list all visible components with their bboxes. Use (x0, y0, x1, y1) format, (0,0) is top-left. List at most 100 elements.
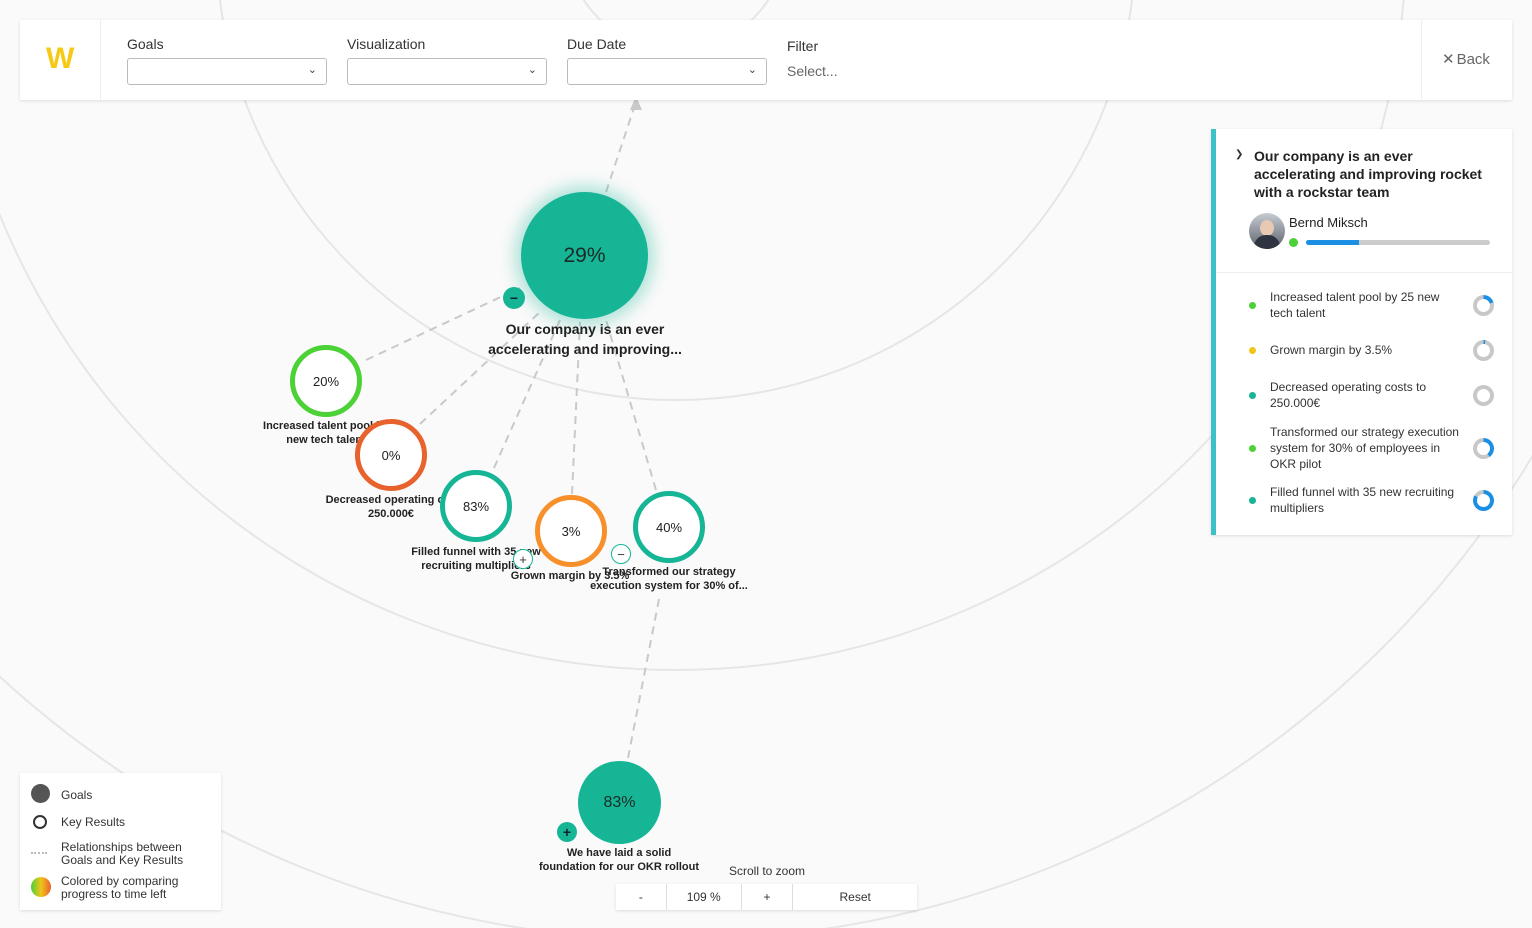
kr-node-talent-pool[interactable]: 20% (290, 345, 362, 417)
status-dot (1249, 496, 1256, 504)
kr-progress: 0% (381, 447, 401, 463)
progress-ring-icon (1473, 384, 1494, 406)
collapse-toggle[interactable]: − (611, 544, 631, 564)
status-dot (1249, 444, 1256, 452)
panel-header: ❯ Our company is an ever accelerating an… (1216, 129, 1512, 273)
chevron-down-icon: ⌄ (307, 64, 317, 76)
goals-label: Goals (127, 36, 164, 52)
legend-goals-text: Goals (61, 788, 93, 802)
back-area: ✕ Back (1421, 20, 1512, 100)
zoom-controls: - 109 % + Reset (616, 884, 917, 910)
goal-details-panel: ❯ Our company is an ever accelerating an… (1211, 129, 1512, 535)
filter-select[interactable]: Select... (787, 63, 838, 79)
goal-progress-bar (1306, 240, 1490, 245)
expand-toggle[interactable]: + (513, 549, 533, 569)
legend-colored-text: Colored by comparing progress to time le… (61, 875, 178, 901)
goal-progress: 83% (603, 793, 636, 811)
logo-area: W (20, 20, 101, 100)
kr-label-line2: new tech talent (286, 434, 366, 446)
kr-label-line1: Decreased operating cos (325, 494, 457, 506)
dotted-line-icon (31, 852, 47, 854)
legend-key-results-text: Key Results (61, 815, 126, 829)
kr-progress: 3% (561, 523, 581, 539)
filled-circle-icon (31, 784, 50, 803)
plus-icon: + (562, 824, 572, 840)
zoom-reset-button[interactable]: Reset (793, 884, 917, 910)
kr-node-margin[interactable]: 3% (535, 495, 607, 567)
goal-label-line2: foundation for our OKR rollout (538, 861, 700, 873)
filter-toolbar: W Goals ⌄ Visualization ⌄ Due Date ⌄ Fil… (20, 20, 1512, 100)
kr-item-label: Grown margin by 3.5% (1270, 343, 1393, 357)
back-button[interactable]: ✕ Back (1442, 50, 1490, 68)
zoom-out-button[interactable]: - (616, 884, 667, 910)
zoom-hint: Scroll to zoom (729, 864, 806, 878)
visualization-select[interactable]: ⌄ (347, 58, 547, 85)
gradient-circle-icon (31, 877, 51, 897)
close-icon: ✕ (1442, 51, 1455, 68)
kr-node-funnel[interactable]: 83% (440, 470, 512, 542)
legend-colored-line1: Colored by comparing (61, 874, 179, 888)
kr-progress: 20% (312, 373, 340, 389)
goal-label-line1: We have laid a solid (566, 847, 672, 859)
kr-label-line2: execution system for 30% of... (590, 580, 748, 592)
list-item[interactable]: Transformed our strategy execution syste… (1216, 424, 1512, 472)
legend-colored-line2: progress to time left (61, 887, 167, 901)
list-item[interactable]: Filled funnel with 35 new recruiting mul… (1216, 484, 1512, 516)
minus-icon: − (509, 290, 519, 306)
due-date-filter: Due Date ⌄ (567, 36, 767, 85)
progress-ring-icon (1473, 489, 1494, 511)
chevron-down-icon[interactable]: ❯ (1235, 149, 1243, 160)
goals-select[interactable]: ⌄ (127, 58, 327, 85)
progress-ring-icon (1473, 437, 1494, 459)
panel-goal-title[interactable]: Our company is an ever accelerating and … (1254, 147, 1498, 201)
list-item[interactable]: Decreased operating costs to 250.000€ (1216, 379, 1512, 411)
kr-label-line2: 250.000€ (368, 508, 414, 520)
goal-progress: 29% (563, 243, 606, 267)
owner-name: Bernd Miksch (1289, 215, 1368, 230)
kr-progress: 40% (655, 519, 683, 535)
kr-item-label: Decreased operating costs to 250.000€ (1270, 380, 1427, 410)
status-dot (1289, 238, 1298, 247)
key-results-list: Increased talent pool by 25 new tech tal… (1216, 289, 1512, 516)
progress-ring-icon (1473, 339, 1494, 361)
list-item[interactable]: Grown margin by 3.5% (1216, 334, 1512, 366)
goal-node-okr-foundation[interactable]: 83% (578, 761, 661, 844)
due-date-select[interactable]: ⌄ (567, 58, 767, 85)
due-date-label: Due Date (567, 36, 627, 52)
zoom-in-button[interactable]: + (742, 884, 794, 910)
visualization-label: Visualization (347, 36, 426, 52)
zoom-level: 109 % (667, 884, 742, 910)
legend-relationships-text: Relationships between Goals and Key Resu… (61, 841, 183, 867)
goal-label: Our company is an ever accelerating and … (474, 319, 696, 359)
back-label: Back (1456, 51, 1490, 68)
avatar (1249, 213, 1285, 249)
kr-label-line1: Transformed our strategy (602, 566, 736, 578)
kr-progress: 83% (462, 498, 490, 514)
legend-relationships-line2: Goals and Key Results (61, 853, 184, 867)
progress-ring-icon (1473, 294, 1494, 316)
kr-item-label: Transformed our strategy execution syste… (1270, 425, 1459, 471)
app-logo[interactable]: W (46, 42, 74, 76)
plus-icon: + (519, 551, 527, 567)
status-dot (1249, 391, 1256, 399)
kr-node-operating-costs[interactable]: 0% (355, 419, 427, 491)
graph-legend: Goals Key Results Relationships between … (20, 773, 221, 910)
status-dot (1249, 301, 1256, 309)
minus-icon: − (617, 546, 625, 562)
collapse-toggle[interactable]: − (503, 287, 525, 309)
legend-relationships-line1: Relationships between (61, 840, 182, 854)
goal-label-okr-foundation: We have laid a solid foundation for our … (525, 846, 713, 874)
kr-label-strategy: Transformed our strategy execution syste… (583, 565, 755, 593)
goal-label-text: Our company is an ever accelerating and … (488, 321, 682, 357)
chevron-down-icon: ⌄ (747, 64, 757, 76)
status-dot (1249, 346, 1256, 354)
expand-toggle[interactable]: + (557, 822, 577, 842)
goals-filter: Goals ⌄ (127, 36, 327, 85)
kr-node-strategy[interactable]: 40% (633, 491, 705, 563)
filter-field: Filter Select... (787, 38, 838, 79)
visualization-filter: Visualization ⌄ (347, 36, 547, 85)
goal-progress-fill (1306, 240, 1360, 245)
list-item[interactable]: Increased talent pool by 25 new tech tal… (1216, 289, 1512, 321)
circle-outline-icon (33, 815, 47, 829)
goal-node-main[interactable]: 29% (521, 192, 648, 319)
